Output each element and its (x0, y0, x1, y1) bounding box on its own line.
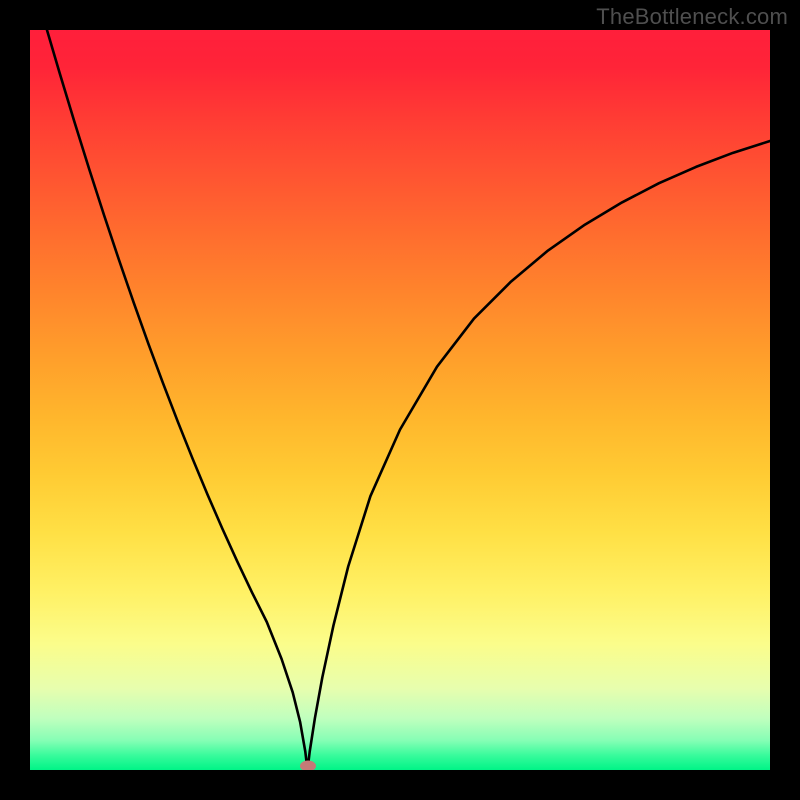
watermark-text: TheBottleneck.com (596, 4, 788, 30)
optimal-marker (300, 761, 316, 770)
plot-area (30, 30, 770, 770)
bottleneck-curve (30, 30, 770, 770)
chart-frame: TheBottleneck.com (0, 0, 800, 800)
